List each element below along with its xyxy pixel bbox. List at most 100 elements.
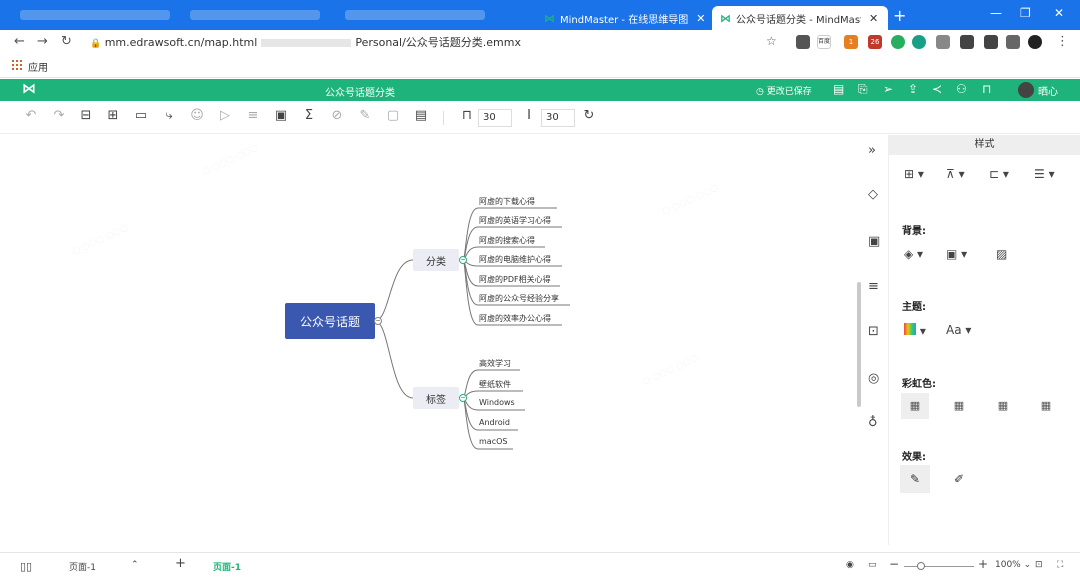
callout-icon[interactable]: ☺: [188, 108, 206, 123]
horizontal-spacing-input[interactable]: 30: [478, 109, 512, 127]
profile-avatar[interactable]: [1028, 35, 1042, 49]
apps-bookmark[interactable]: 应用: [28, 59, 48, 74]
structure-dropdown[interactable]: ⊼ ▾: [946, 167, 965, 181]
background-image-dropdown[interactable]: ▣ ▾: [946, 247, 967, 261]
mindmap-leaf-node[interactable]: 阿虚的效率办公心得: [479, 313, 551, 324]
close-icon[interactable]: ✕: [869, 12, 878, 25]
export-icon[interactable]: ⎘: [858, 82, 868, 97]
print-icon[interactable]: ▤: [833, 82, 844, 96]
mindmap-canvas[interactable]: ◌ ◌◌◌ ◌◌◌ ◌ ◌◌◌ ◌◌◌ ◌ ◌◌◌ ◌◌◌ ◌ ◌◌◌ ◌◌◌ …: [0, 135, 858, 545]
mindmap-branch-node[interactable]: 分类: [413, 249, 459, 271]
collapse-panel-icon[interactable]: »: [868, 143, 876, 158]
layout-dropdown[interactable]: ⊞ ▾: [904, 167, 924, 181]
mindmap-leaf-node[interactable]: Windows: [479, 398, 515, 407]
vertical-scrollbar[interactable]: [857, 282, 861, 407]
mindmap-leaf-node[interactable]: 壁纸软件: [479, 379, 511, 390]
blurred-tab[interactable]: [345, 10, 485, 20]
rainbow-option-2[interactable]: ▦: [945, 393, 973, 419]
presentation-icon[interactable]: ▭: [868, 560, 877, 570]
extension-icon[interactable]: [796, 35, 810, 49]
mindmaster-logo-icon[interactable]: ⋈: [22, 81, 36, 97]
insert-topic-icon[interactable]: ⊟: [77, 108, 95, 123]
relationship-icon[interactable]: ⤷: [160, 108, 178, 123]
zoom-slider-handle[interactable]: [917, 562, 925, 570]
effect-brush-icon[interactable]: ✐: [944, 465, 974, 493]
numbering-dropdown[interactable]: ☰ ▾: [1034, 167, 1055, 181]
reload-icon[interactable]: ↻: [61, 34, 72, 49]
extension-icon[interactable]: [891, 35, 905, 49]
mindmap-branch-node[interactable]: 标签: [413, 387, 459, 409]
view-icon[interactable]: ◉: [846, 560, 854, 570]
calendar-extension-icon[interactable]: 26: [868, 35, 882, 49]
zoom-in-button[interactable]: +: [978, 557, 988, 571]
vertical-spacing-input[interactable]: 30: [541, 109, 575, 127]
outline-icon[interactable]: ▤: [412, 108, 430, 123]
image-icon[interactable]: ▣: [868, 234, 880, 249]
redo-icon[interactable]: ↷: [50, 108, 68, 123]
new-tab-button[interactable]: +: [893, 6, 906, 25]
extension-icon[interactable]: [960, 35, 974, 49]
url-field[interactable]: 🔒 mm.edrawsoft.cn/map.html Personal/公众号话题…: [90, 34, 521, 50]
fill-color-dropdown[interactable]: ◈ ▾: [904, 247, 923, 261]
page-select[interactable]: 页面-1: [69, 560, 96, 573]
upload-icon[interactable]: ⊡: [868, 324, 879, 339]
restore-button[interactable]: ❐: [1020, 6, 1031, 20]
zoom-slider[interactable]: [904, 566, 974, 567]
blurred-tab[interactable]: [20, 10, 170, 20]
mindmap-leaf-node[interactable]: 阿虚的电脑维护心得: [479, 254, 551, 265]
boundary-icon[interactable]: ▷: [216, 108, 234, 123]
page-panel-icon[interactable]: ▯▯: [20, 560, 32, 573]
mindmap-leaf-node[interactable]: 阿虚的PDF相关心得: [479, 274, 551, 285]
minimize-button[interactable]: —: [990, 6, 1002, 20]
mindmap-root-node[interactable]: 公众号话题: [285, 303, 375, 339]
summary-icon[interactable]: ≡: [244, 108, 262, 123]
zoom-out-button[interactable]: −: [889, 557, 899, 571]
formula-icon[interactable]: Σ: [300, 108, 318, 123]
blurred-tab[interactable]: [190, 10, 320, 20]
zoom-level[interactable]: 100% ⌄: [995, 560, 1031, 570]
extension-icon[interactable]: [912, 35, 926, 49]
reading-list-icon[interactable]: [1006, 35, 1020, 49]
apps-grid-icon[interactable]: [12, 60, 22, 70]
mindmap-leaf-node[interactable]: 阿虚的下载心得: [479, 196, 535, 207]
close-icon[interactable]: ✕: [696, 12, 705, 25]
image-icon[interactable]: ▣: [272, 108, 290, 123]
fullscreen-icon[interactable]: ⛶: [1057, 560, 1063, 570]
user-menu[interactable]: 晒心: [1018, 82, 1058, 98]
insert-subtopic-icon[interactable]: ⊞: [104, 108, 122, 123]
collapse-toggle[interactable]: −: [459, 394, 467, 402]
chevron-up-icon[interactable]: ⌃: [131, 560, 139, 570]
rainbow-option-4[interactable]: ▦: [1032, 393, 1060, 419]
undo-icon[interactable]: ↶: [22, 108, 40, 123]
publish-icon[interactable]: ⇪: [908, 82, 918, 96]
theme-font-dropdown[interactable]: Aa ▾: [946, 323, 971, 337]
extension-badge-icon[interactable]: 1: [844, 35, 858, 49]
tab-current-document[interactable]: ⋈ 公众号话题分类 - MindMaster在 ✕: [712, 6, 888, 30]
mindmap-leaf-node[interactable]: 高效学习: [479, 358, 511, 369]
bookmark-star-icon[interactable]: ☆: [766, 34, 777, 48]
link-icon[interactable]: ⊘: [328, 108, 346, 123]
pen-icon[interactable]: ✎: [356, 108, 374, 123]
theme-color-dropdown[interactable]: ▾: [904, 323, 926, 338]
mindmap-leaf-node[interactable]: macOS: [479, 437, 507, 446]
rainbow-option-3[interactable]: ▦: [989, 393, 1017, 419]
fit-page-icon[interactable]: ⊡: [1035, 560, 1043, 570]
effect-pen-icon[interactable]: ✎: [900, 465, 930, 493]
tab-mindmaster[interactable]: ⋈ MindMaster - 在线思维导图 ✕: [536, 6, 716, 30]
collapse-toggle[interactable]: −: [459, 256, 467, 264]
baidu-extension-icon[interactable]: 百度: [817, 35, 831, 49]
outline-list-icon[interactable]: ≡: [868, 279, 879, 294]
add-page-button[interactable]: +: [175, 556, 186, 571]
insert-floating-topic-icon[interactable]: ▭: [132, 108, 150, 123]
mindmap-leaf-node[interactable]: Android: [479, 418, 510, 427]
share-icon[interactable]: ≺: [932, 82, 942, 96]
clipart-icon[interactable]: ◎: [868, 371, 879, 386]
collapse-toggle[interactable]: −: [374, 317, 382, 325]
document-title[interactable]: 公众号话题分类: [325, 84, 395, 99]
puzzle-icon[interactable]: [984, 35, 998, 49]
rainbow-option-1[interactable]: ▦: [901, 393, 929, 419]
watermark-icon[interactable]: ▨: [996, 247, 1007, 261]
back-icon[interactable]: ←: [14, 34, 25, 49]
comment-icon[interactable]: ▢: [384, 108, 402, 123]
browser-menu-icon[interactable]: ⋮: [1056, 34, 1069, 49]
